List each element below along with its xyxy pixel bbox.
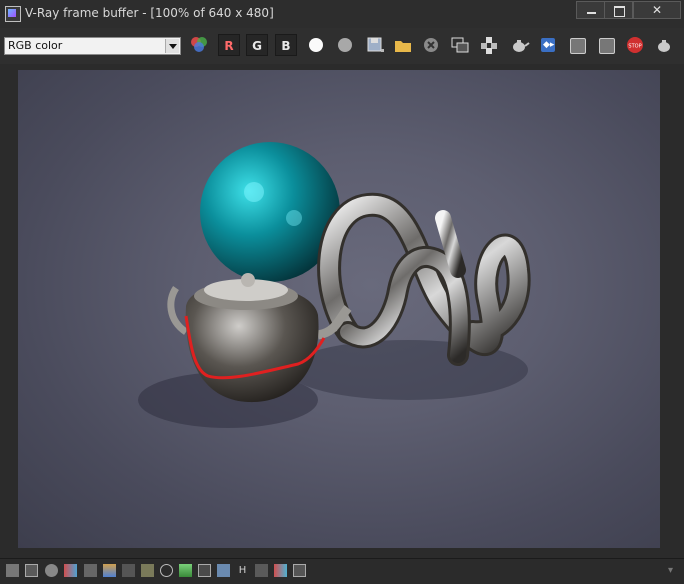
white-balance-icon[interactable] (217, 564, 230, 577)
expand-icon[interactable]: ▾ (664, 564, 677, 577)
maximize-icon (614, 6, 625, 17)
link-render-icon[interactable] (595, 34, 617, 56)
color-balance-icon[interactable] (103, 564, 116, 577)
close-icon: ✕ (651, 3, 663, 17)
minimize-icon (587, 12, 596, 14)
compare-ab-icon[interactable] (255, 564, 268, 577)
render-viewport[interactable] (18, 70, 660, 548)
track-mouse-icon[interactable] (478, 34, 500, 56)
minimize-button[interactable] (576, 1, 605, 19)
h-icon[interactable]: H (236, 564, 249, 577)
green-channel-button[interactable]: G (246, 34, 268, 56)
stamp-icon[interactable] (274, 564, 287, 577)
title-bar: V-Ray frame buffer - [100% of 640 x 480]… (0, 0, 684, 29)
maximize-button[interactable] (604, 1, 633, 19)
close-button[interactable]: ✕ (633, 1, 681, 19)
svg-text:STOP: STOP (628, 44, 641, 50)
lens-icon[interactable] (160, 564, 173, 577)
chevron-down-icon (165, 39, 179, 53)
open-image-icon[interactable] (392, 34, 414, 56)
copy-to-max-icon[interactable] (449, 34, 471, 56)
history-icon[interactable] (25, 564, 38, 577)
window-title: V-Ray frame buffer - [100% of 640 x 480] (25, 6, 274, 20)
render-last-icon[interactable] (653, 34, 675, 56)
rendered-image (138, 142, 531, 428)
color-wheel-icon[interactable] (188, 34, 210, 56)
exposure-icon[interactable] (141, 564, 154, 577)
channel-select-value: RGB color (8, 39, 63, 52)
info-icon[interactable] (45, 564, 58, 577)
channel-select[interactable]: RGB color (4, 37, 181, 55)
stop-render-icon[interactable]: STOP (624, 34, 646, 56)
pixel-info-icon[interactable] (293, 564, 306, 577)
ocio-icon[interactable] (198, 564, 211, 577)
white-circle-icon[interactable] (305, 34, 327, 56)
lut-icon[interactable] (179, 564, 192, 577)
curves-icon[interactable] (122, 564, 135, 577)
levels-icon[interactable] (64, 564, 77, 577)
hsl-icon[interactable] (84, 564, 97, 577)
save-image-icon[interactable] (364, 34, 386, 56)
chrome-knot (317, 192, 531, 366)
render-teapot-icon[interactable] (508, 34, 530, 56)
clear-image-icon[interactable] (420, 34, 442, 56)
status-bar: H ▾ (0, 558, 684, 584)
stats-icon[interactable] (6, 564, 19, 577)
blue-channel-button[interactable]: B (275, 34, 297, 56)
vray-app-icon (5, 6, 21, 22)
gray-circle-icon[interactable] (334, 34, 356, 56)
red-channel-button[interactable]: R (218, 34, 240, 56)
compare-icon[interactable]: ◆▸ (537, 34, 559, 56)
toolbar: RGB color R G B ◆▸ STOP (0, 28, 684, 64)
region-render-icon[interactable] (566, 34, 588, 56)
